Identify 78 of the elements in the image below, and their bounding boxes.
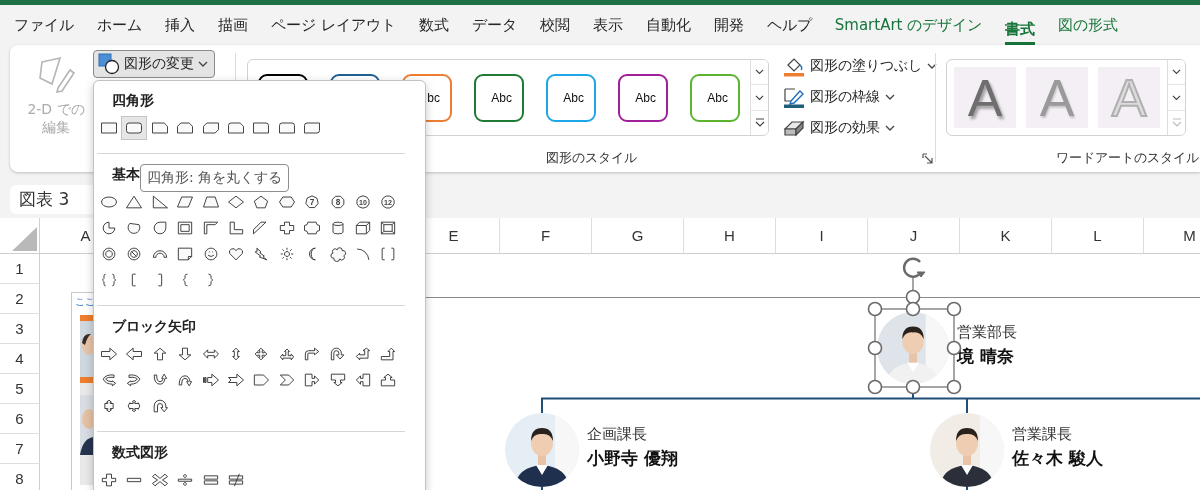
dialog-launcher-icon[interactable] — [922, 152, 933, 164]
menu-tab[interactable]: ヘルプ — [766, 5, 812, 45]
shapes-icon — [98, 53, 120, 75]
group-label: ワードアートのスタイル — [1056, 149, 1199, 167]
row-header[interactable]: 8 — [0, 464, 40, 490]
menu-tab[interactable]: ページ レイアウト — [271, 5, 396, 45]
chevron-down-icon — [755, 94, 764, 101]
menu-tab[interactable]: ファイル — [14, 5, 74, 45]
menu-section-title: 基本 — [111, 165, 140, 184]
chevron-up-icon — [755, 69, 764, 75]
column-header[interactable]: F — [500, 218, 592, 253]
shape-command-button[interactable]: 図形の効果 — [781, 112, 939, 143]
resize-handle[interactable] — [946, 379, 962, 395]
resize-handle[interactable] — [905, 379, 921, 395]
polygon-pencil-icon — [36, 54, 76, 94]
menu-tab[interactable]: 挿入 — [165, 5, 195, 45]
more-icon — [1171, 118, 1182, 128]
row-header[interactable]: 3 — [0, 314, 40, 344]
group-label: 図形のスタイル — [545, 149, 637, 167]
row-header[interactable]: 5 — [0, 374, 40, 404]
menu-tab[interactable]: 書式 — [1005, 10, 1036, 45]
menu-tab[interactable]: SmartArt のデザイン — [834, 5, 983, 45]
resize-handle[interactable] — [946, 301, 962, 317]
more-icon — [754, 118, 765, 128]
column-header[interactable]: G — [592, 218, 684, 253]
rotate-handle-icon[interactable] — [902, 257, 926, 278]
shape-command-button[interactable]: 図形の塗りつぶし — [781, 50, 939, 81]
menu-tab[interactable]: 図の形式 — [1058, 5, 1119, 45]
resize-handle[interactable] — [905, 289, 921, 305]
menu-tab[interactable]: 自動化 — [645, 5, 691, 45]
chevron-down-icon — [1172, 94, 1181, 101]
tooltip: 四角形: 角を丸くする — [140, 164, 290, 192]
resize-handle[interactable] — [867, 379, 883, 395]
menu-tab[interactable]: 数式 — [418, 5, 449, 45]
chevron-down-icon — [885, 124, 895, 131]
chevron-down-icon — [885, 93, 895, 100]
menu-tab[interactable]: 校閲 — [539, 5, 570, 45]
node-name: 小野寺 優翔 — [587, 447, 678, 470]
node-title: 営業課長 — [1012, 424, 1072, 444]
menu-section-title: 四角形 — [111, 91, 154, 110]
chevron-up-icon — [1172, 69, 1181, 75]
menu-tab[interactable]: 描画 — [218, 5, 248, 45]
column-header[interactable]: J — [868, 218, 960, 253]
wordart-style[interactable]: A — [954, 67, 1016, 128]
resize-handle[interactable] — [867, 340, 883, 356]
column-header[interactable]: H — [684, 218, 776, 253]
pen-icon — [783, 85, 805, 108]
menu-tab[interactable]: データ — [471, 5, 517, 45]
menu-section-title: 数式図形 — [111, 443, 168, 462]
menu-tab[interactable]: 表示 — [592, 5, 623, 45]
menu-tab[interactable]: ホーム — [97, 5, 142, 45]
connector-line — [541, 486, 543, 490]
shape-style-swatch[interactable]: Abc — [690, 73, 740, 122]
shape-style-swatch[interactable]: Abc — [474, 73, 524, 122]
menu-tab[interactable]: 開発 — [713, 5, 744, 45]
node-title: 企画課長 — [587, 424, 647, 444]
change-shape-button[interactable]: 図形の変更 — [93, 50, 215, 78]
column-header[interactable]: I — [776, 218, 868, 253]
connector-line — [966, 486, 968, 490]
row-header[interactable]: 4 — [0, 344, 40, 374]
shape-style-swatch[interactable]: Abc — [546, 73, 596, 122]
row-header[interactable]: 1 — [0, 254, 40, 284]
node-name: 佐々木 駿人 — [1012, 447, 1103, 470]
rounded-rectangle-icon[interactable] — [122, 117, 147, 139]
column-header[interactable]: K — [960, 218, 1052, 253]
node-title: 営業部長 — [957, 322, 1017, 342]
row-header[interactable]: 7 — [0, 434, 40, 464]
column-header[interactable]: M — [1144, 218, 1200, 253]
column-header[interactable]: L — [1052, 218, 1144, 253]
row-header[interactable]: 2 — [0, 284, 40, 314]
shape-command-button[interactable]: 図形の枠線 — [781, 81, 939, 112]
resize-handle[interactable] — [905, 301, 921, 317]
menu-section-title: ブロック矢印 — [111, 317, 196, 336]
chevron-down-icon — [198, 61, 208, 67]
row-header[interactable]: 6 — [0, 404, 40, 434]
pane-text[interactable]: ここ — [75, 295, 95, 309]
shape-style-swatch[interactable]: Abc — [618, 73, 668, 122]
resize-handle[interactable] — [867, 301, 883, 317]
